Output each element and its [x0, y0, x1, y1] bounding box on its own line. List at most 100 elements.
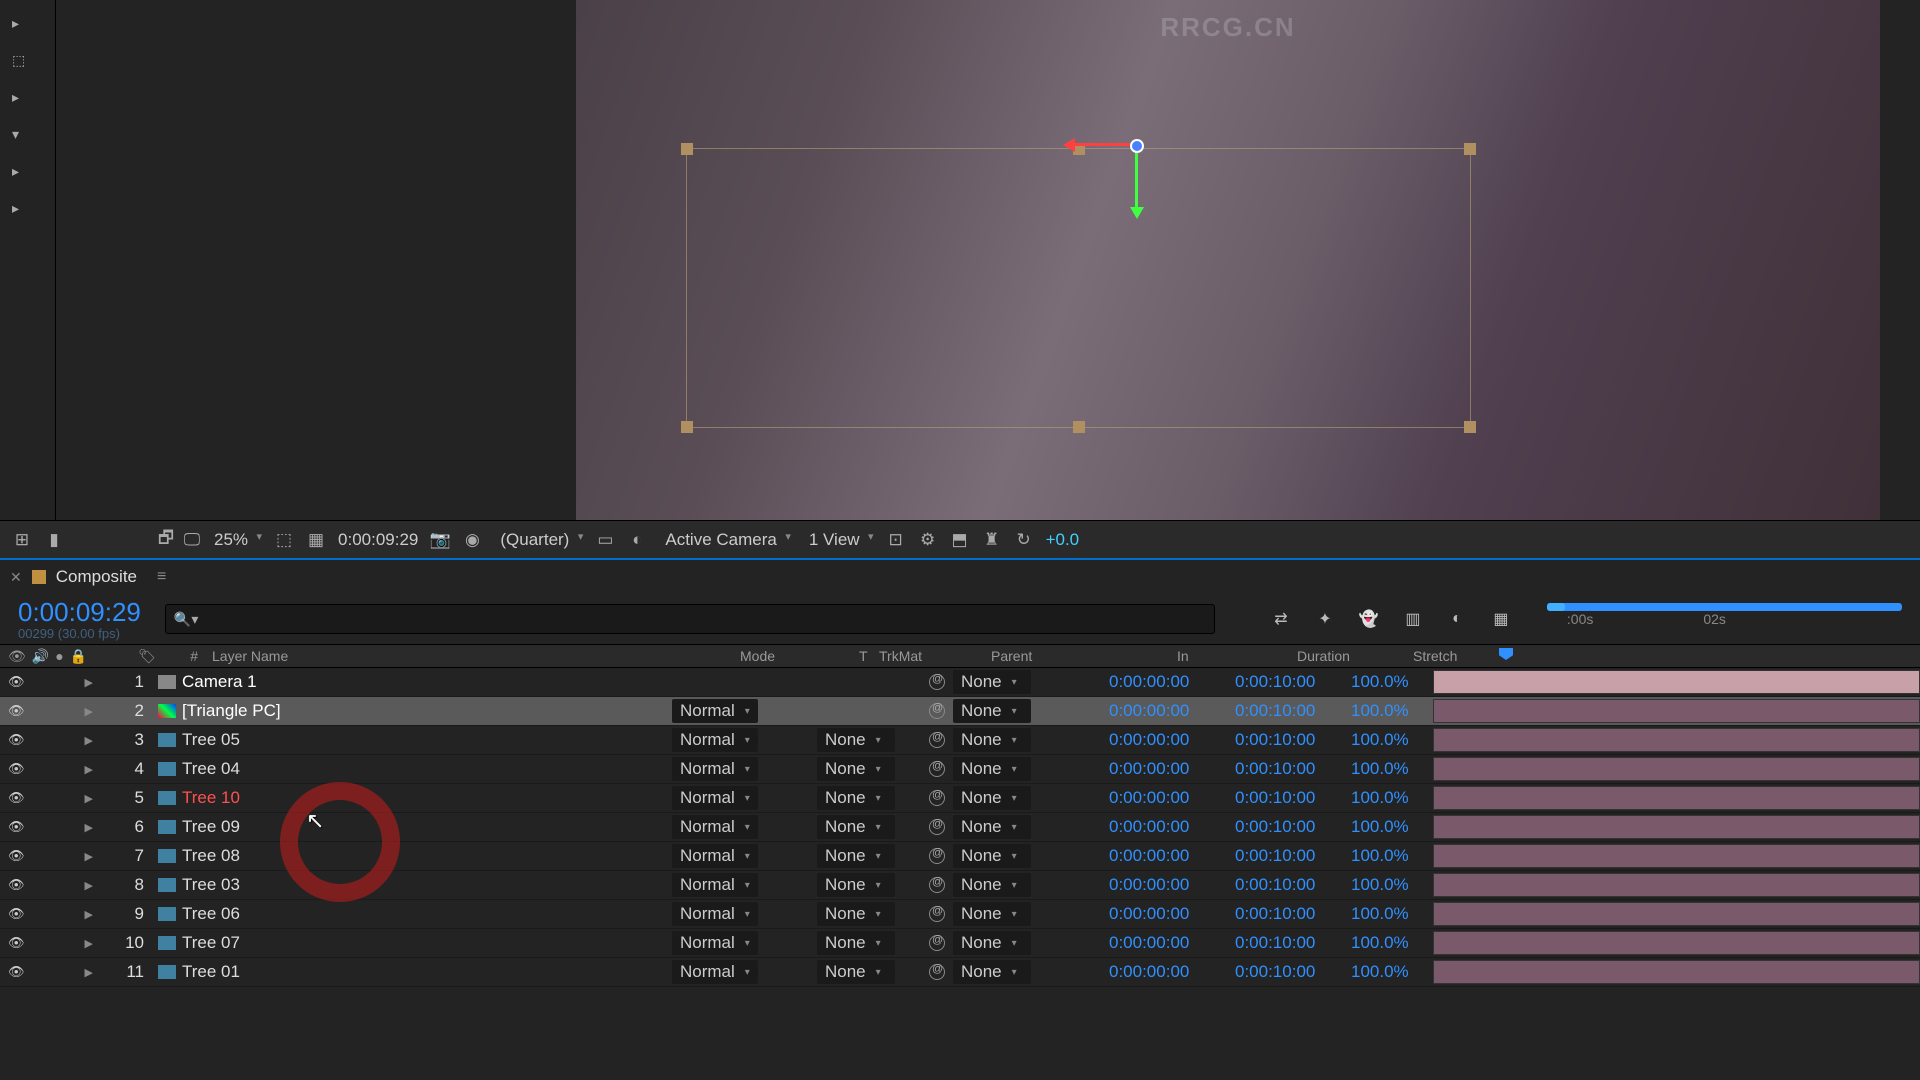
layer-track[interactable]	[1433, 784, 1920, 812]
stretch-value[interactable]: 100.0%	[1351, 962, 1433, 982]
stretch-value[interactable]: 100.0%	[1351, 817, 1433, 837]
trkmat-cell[interactable]: None	[817, 873, 929, 897]
duration-time[interactable]: 0:00:10:00	[1235, 904, 1351, 924]
snapshot-icon[interactable]: 📷	[430, 530, 450, 550]
visibility-toggle-icon[interactable]: 👁	[8, 790, 25, 806]
mode-dropdown[interactable]: Normal	[672, 844, 758, 868]
layer-name[interactable]: Tree 07	[182, 933, 672, 953]
blend-mode-cell[interactable]: Normal	[672, 960, 797, 984]
in-time[interactable]: 0:00:00:00	[1109, 904, 1235, 924]
comp-mini-flowchart-icon[interactable]: ⇄	[1269, 607, 1293, 631]
duration-time[interactable]: 0:00:10:00	[1235, 759, 1351, 779]
layer-bar[interactable]	[1433, 960, 1920, 984]
frame-blend-icon[interactable]: ▥	[1401, 607, 1425, 631]
expand-toggle-icon[interactable]: ▶	[85, 676, 93, 689]
x-axis-arrow[interactable]	[1068, 143, 1130, 146]
t-header[interactable]: T	[859, 648, 879, 664]
stretch-value[interactable]: 100.0%	[1351, 933, 1433, 953]
zoom-dropdown[interactable]: 25%	[208, 528, 262, 552]
visibility-toggle-icon[interactable]: 👁	[8, 761, 25, 777]
expand-toggle-icon[interactable]: ▶	[85, 908, 93, 921]
time-ruler[interactable]: :00s 02s	[1547, 611, 1902, 627]
flowchart-icon[interactable]: ⬚	[0, 42, 55, 79]
in-time[interactable]: 0:00:00:00	[1109, 846, 1235, 866]
mode-dropdown[interactable]: Normal	[672, 757, 758, 781]
expand-toggle-icon[interactable]: ▶	[85, 821, 93, 834]
duration-time[interactable]: 0:00:10:00	[1235, 962, 1351, 982]
work-area-bar[interactable]	[1547, 603, 1902, 611]
trkmat-cell[interactable]: None	[817, 728, 929, 752]
layer-track[interactable]	[1433, 726, 1920, 754]
duration-time[interactable]: 0:00:10:00	[1235, 672, 1351, 692]
stretch-value[interactable]: 100.0%	[1351, 759, 1433, 779]
parent-dropdown[interactable]: None	[953, 670, 1031, 694]
timeline-icon[interactable]: ⬒	[950, 530, 970, 550]
panel-toggle-icon[interactable]: ▸	[0, 5, 55, 42]
in-time[interactable]: 0:00:00:00	[1109, 933, 1235, 953]
parent-dropdown[interactable]: None	[953, 844, 1031, 868]
stretch-value[interactable]: 100.0%	[1351, 701, 1433, 721]
visibility-toggle-icon[interactable]: 👁	[8, 703, 25, 719]
in-time[interactable]: 0:00:00:00	[1109, 759, 1235, 779]
mode-header[interactable]: Mode	[734, 648, 859, 664]
motion-blur-icon[interactable]: ◐	[1445, 607, 1469, 631]
label-header[interactable]: 🏷	[120, 648, 174, 665]
parent-dropdown[interactable]: None	[953, 786, 1031, 810]
mode-dropdown[interactable]: Normal	[672, 728, 758, 752]
layer-track[interactable]	[1433, 929, 1920, 957]
pickwhip-icon[interactable]	[929, 703, 945, 719]
graph-editor-icon[interactable]: ▦	[1489, 607, 1513, 631]
expand-toggle-icon[interactable]: ▶	[85, 937, 93, 950]
pickwhip-icon[interactable]	[929, 848, 945, 864]
in-time[interactable]: 0:00:00:00	[1109, 962, 1235, 982]
visibility-toggle-icon[interactable]: 👁	[8, 964, 25, 980]
in-time[interactable]: 0:00:00:00	[1109, 730, 1235, 750]
layer-name[interactable]: Tree 08	[182, 846, 672, 866]
layer-row[interactable]: 👁 ▶ 2 [Triangle PC] Normal None 0:00:00:…	[0, 697, 1920, 726]
resolution-dropdown[interactable]: (Quarter)	[494, 528, 583, 552]
blend-mode-cell[interactable]: Normal	[672, 728, 797, 752]
visibility-toggle-icon[interactable]: 👁	[8, 848, 25, 864]
pickwhip-icon[interactable]	[929, 877, 945, 893]
pickwhip-icon[interactable]	[929, 906, 945, 922]
trkmat-dropdown[interactable]: None	[817, 902, 895, 926]
stretch-value[interactable]: 100.0%	[1351, 730, 1433, 750]
parent-dropdown[interactable]: None	[953, 757, 1031, 781]
draft-3d-icon[interactable]: ✦	[1313, 607, 1337, 631]
pickwhip-icon[interactable]	[929, 935, 945, 951]
expand-toggle-icon[interactable]: ▶	[85, 734, 93, 747]
layer-row[interactable]: 👁 ▶ 9 Tree 06 Normal None None 0:00:00:0…	[0, 900, 1920, 929]
duration-time[interactable]: 0:00:10:00	[1235, 933, 1351, 953]
trkmat-dropdown[interactable]: None	[817, 786, 895, 810]
layer-row[interactable]: 👁 ▶ 11 Tree 01 Normal None None 0:00:00:…	[0, 958, 1920, 987]
tab-menu-icon[interactable]: ≡	[157, 568, 166, 586]
layer-name[interactable]: Camera 1	[182, 672, 672, 692]
layer-row[interactable]: 👁 ▶ 4 Tree 04 Normal None None 0:00:00:0…	[0, 755, 1920, 784]
trkmat-dropdown[interactable]: None	[817, 757, 895, 781]
visibility-toggle-icon[interactable]: 👁	[8, 674, 25, 690]
camera-dropdown[interactable]: Active Camera	[659, 528, 790, 552]
layer-track[interactable]	[1433, 755, 1920, 783]
expand-toggle-icon[interactable]: ▶	[85, 966, 93, 979]
expand-toggle-icon[interactable]: ▶	[85, 792, 93, 805]
pickwhip-icon[interactable]	[929, 732, 945, 748]
expand-toggle-icon[interactable]: ▶	[85, 850, 93, 863]
layer-name[interactable]: Tree 06	[182, 904, 672, 924]
reset-exposure-icon[interactable]: ↻	[1014, 530, 1034, 550]
visibility-toggle-icon[interactable]: 👁	[8, 935, 25, 951]
layer-name[interactable]: [Triangle PC]	[182, 701, 672, 721]
layer-bar[interactable]	[1433, 786, 1920, 810]
stretch-value[interactable]: 100.0%	[1351, 846, 1433, 866]
blend-mode-cell[interactable]: Normal	[672, 815, 797, 839]
visibility-toggle-icon[interactable]: 👁	[8, 877, 25, 893]
layer-track[interactable]	[1433, 842, 1920, 870]
layer-track[interactable]	[1433, 900, 1920, 928]
layer-track[interactable]	[1433, 697, 1920, 725]
trkmat-cell[interactable]: None	[817, 844, 929, 868]
trkmat-cell[interactable]: None	[817, 786, 929, 810]
flowchart-icon[interactable]: ♜	[982, 530, 1002, 550]
y-axis-arrow[interactable]	[1135, 152, 1138, 214]
resize-handle[interactable]	[1464, 143, 1476, 155]
grid-icon[interactable]: ⊞	[12, 530, 32, 550]
trkmat-cell[interactable]: None	[817, 902, 929, 926]
